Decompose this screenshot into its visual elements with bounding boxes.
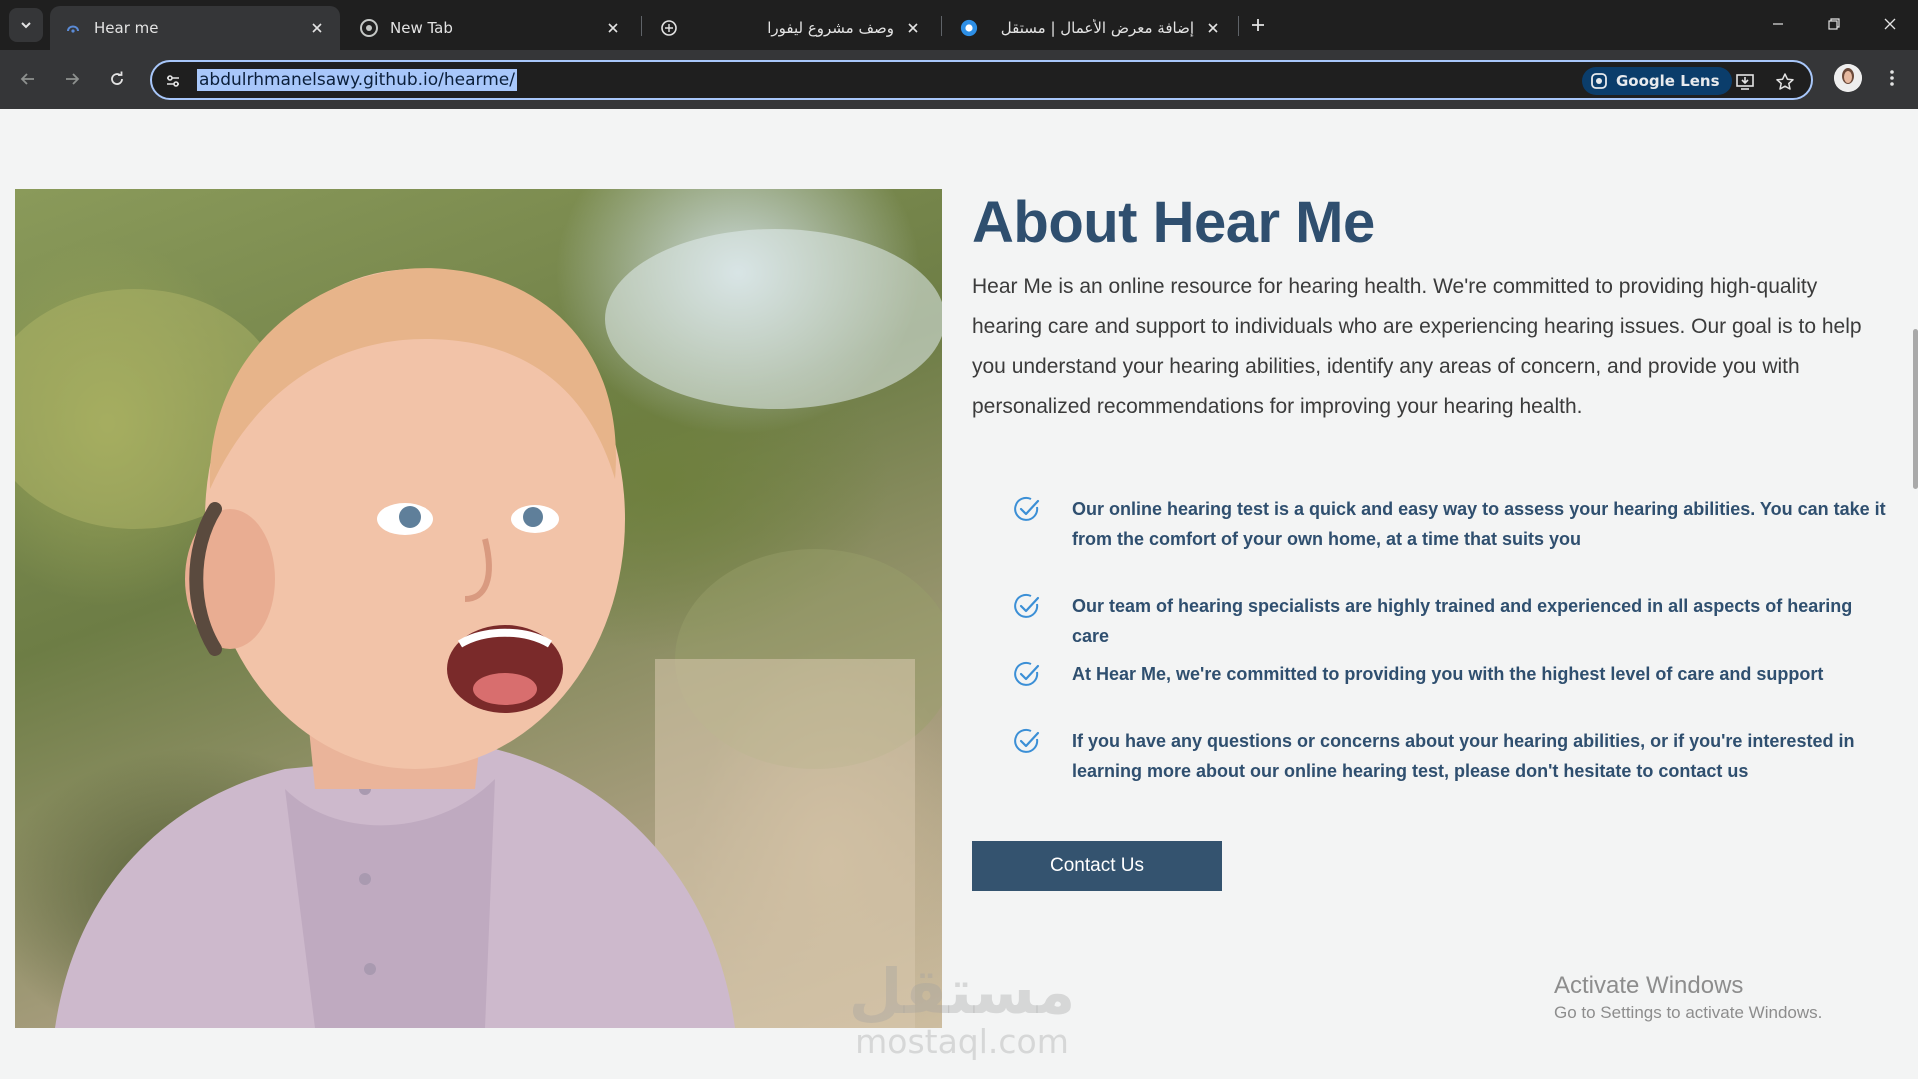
- check-circle-icon: [1014, 728, 1040, 753]
- site-info-button[interactable]: [162, 70, 184, 92]
- page-scrollbar[interactable]: [1912, 109, 1918, 1079]
- star-icon: [1776, 73, 1794, 90]
- close-tab-icon[interactable]: [904, 19, 922, 37]
- browser-menu-button[interactable]: [1878, 64, 1906, 92]
- lens-icon: [1590, 72, 1608, 90]
- arrow-right-icon: [66, 73, 80, 85]
- activate-windows-subtitle: Go to Settings to activate Windows.: [1554, 1003, 1823, 1022]
- tab-divider: [941, 16, 942, 36]
- install-app-button[interactable]: [1732, 69, 1758, 95]
- feature-item: At Hear Me, we're committed to providing…: [1013, 659, 1893, 689]
- minimize-icon: [1773, 23, 1783, 25]
- tab-title: Hear me: [94, 19, 159, 37]
- smiling-child-with-hearing-aid-image: [15, 229, 942, 1028]
- tab-title: وصف مشروع ليفورا: [767, 19, 894, 37]
- plus-icon: [1252, 19, 1264, 31]
- restore-icon: [1828, 18, 1840, 30]
- bookmark-button[interactable]: [1772, 69, 1798, 95]
- chrome-icon: [360, 19, 378, 37]
- profile-avatar[interactable]: [1834, 64, 1862, 92]
- tab-title: New Tab: [390, 19, 453, 37]
- tab-divider: [641, 16, 642, 36]
- chatgpt-icon: [660, 19, 678, 37]
- about-title: About Hear Me: [972, 190, 1375, 255]
- watermark-arabic: مستقل: [848, 955, 1076, 1028]
- page-viewport: About Hear Me Hear Me is an online resou…: [0, 109, 1918, 1079]
- google-lens-button[interactable]: Google Lens: [1582, 67, 1732, 95]
- activate-windows-notice: Activate Windows Go to Settings to activ…: [1554, 971, 1822, 1025]
- feature-item: Our team of hearing specialists are high…: [1013, 591, 1893, 651]
- forward-button[interactable]: [55, 62, 89, 96]
- feature-text: Our team of hearing specialists are high…: [1072, 596, 1853, 646]
- tab-strip: Hear me New Tab وصف مشروع ليفورا إضافة م…: [0, 0, 1918, 50]
- tab-search-button[interactable]: [9, 8, 43, 42]
- browser-toolbar: abdulrhmanelsawy.github.io/hearme/ Googl…: [0, 50, 1918, 109]
- tab-divider: [1238, 16, 1239, 36]
- check-circle-icon: [1014, 593, 1040, 618]
- url-text[interactable]: abdulrhmanelsawy.github.io/hearme/: [197, 69, 517, 91]
- scrollbar-thumb[interactable]: [1913, 329, 1918, 489]
- restore-button[interactable]: [1806, 0, 1862, 48]
- reload-icon: [111, 71, 123, 85]
- feature-text: At Hear Me, we're committed to providing…: [1072, 664, 1824, 684]
- tab-title: إضافة معرض الأعمال | مستقل: [1000, 19, 1194, 37]
- close-icon: [1884, 18, 1896, 30]
- close-tab-icon[interactable]: [308, 19, 326, 37]
- minimize-button[interactable]: [1750, 0, 1806, 48]
- profile-photo-icon: [1834, 64, 1862, 92]
- reload-button[interactable]: [100, 62, 134, 96]
- tune-icon: [167, 75, 179, 87]
- check-circle-icon: [1014, 661, 1040, 686]
- mostaql-favicon-icon: [960, 19, 978, 37]
- contact-us-button[interactable]: Contact Us: [972, 841, 1222, 891]
- feature-text: Our online hearing test is a quick and e…: [1072, 499, 1886, 549]
- chevron-down-icon: [21, 22, 31, 29]
- check-circle-icon: [1014, 496, 1040, 521]
- about-photo: [15, 189, 942, 1028]
- close-tab-icon[interactable]: [604, 19, 622, 37]
- feature-item: If you have any questions or concerns ab…: [1013, 726, 1893, 786]
- feature-item: Our online hearing test is a quick and e…: [1013, 494, 1893, 554]
- close-tab-icon[interactable]: [1204, 19, 1222, 37]
- install-app-icon: [1736, 74, 1754, 90]
- new-tab-button[interactable]: [1245, 12, 1271, 38]
- close-window-button[interactable]: [1862, 0, 1918, 48]
- mostaql-watermark: مستقل mostaql.com: [842, 959, 1082, 1059]
- activate-windows-title: Activate Windows: [1554, 972, 1744, 999]
- arrow-left-icon: [20, 73, 34, 85]
- tab-mostaql[interactable]: إضافة معرض الأعمال | مستقل: [946, 6, 1236, 50]
- kebab-menu-icon: [1890, 70, 1894, 86]
- tab-new-tab[interactable]: New Tab: [346, 6, 636, 50]
- back-button[interactable]: [11, 62, 45, 96]
- hear-me-favicon-icon: [64, 19, 82, 37]
- lens-label: Google Lens: [1616, 72, 1720, 90]
- tab-livora[interactable]: وصف مشروع ليفورا: [646, 6, 936, 50]
- tab-hear-me[interactable]: Hear me: [50, 6, 340, 50]
- watermark-latin: mostaql.com: [855, 1022, 1069, 1061]
- about-description: Hear Me is an online resource for hearin…: [972, 275, 1862, 418]
- address-bar[interactable]: abdulrhmanelsawy.github.io/hearme/ Googl…: [150, 60, 1813, 100]
- feature-text: If you have any questions or concerns ab…: [1072, 731, 1855, 781]
